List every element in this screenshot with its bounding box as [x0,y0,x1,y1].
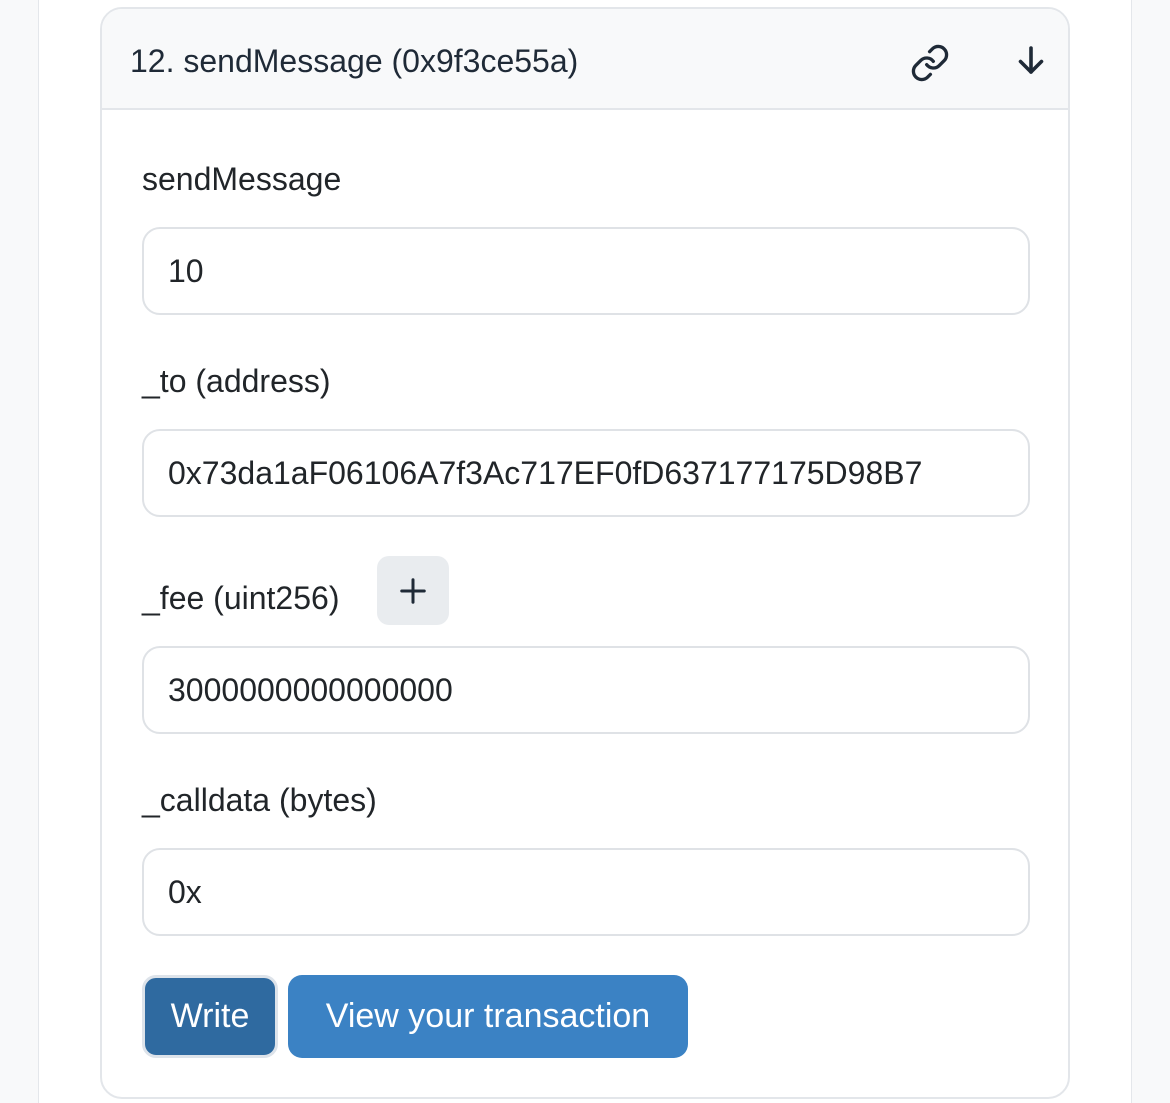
plus-icon [400,577,426,604]
method-card: 12. sendMessage (0x9f3ce55a) sendMessage… [100,7,1070,1099]
view-transaction-button[interactable]: View your transaction [288,975,688,1058]
method-title: 12. sendMessage (0x9f3ce55a) [130,43,579,79]
copy-link-button[interactable] [908,41,952,85]
fee-input[interactable] [142,646,1030,734]
calldata-input[interactable] [142,848,1030,936]
calldata-label: _calldata (bytes) [142,782,377,818]
link-icon [911,44,949,82]
payable-amount-input[interactable] [142,227,1030,315]
add-decimals-button[interactable] [377,556,449,625]
payable-amount-label: sendMessage [142,161,342,197]
to-address-label: _to (address) [142,363,331,399]
write-button[interactable]: Write [142,975,278,1058]
expand-button[interactable] [1009,38,1053,82]
arrow-down-icon [1018,46,1044,74]
fee-label: _fee (uint256) [142,580,340,616]
method-card-header[interactable]: 12. sendMessage (0x9f3ce55a) [102,9,1068,110]
to-address-input[interactable] [142,429,1030,517]
